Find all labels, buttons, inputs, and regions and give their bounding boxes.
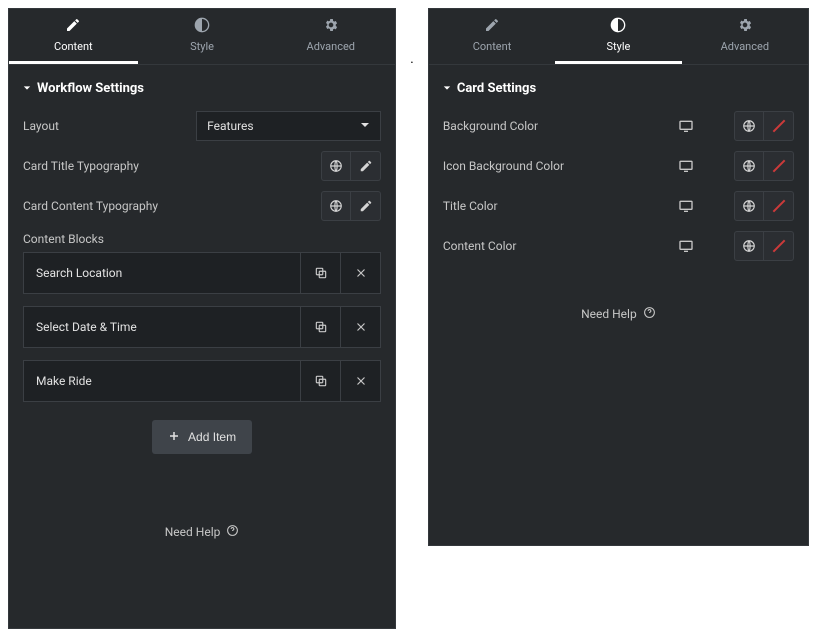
responsive-icon[interactable] [678, 119, 694, 133]
repeater-item: Make Ride [23, 360, 381, 402]
color-swatch[interactable] [764, 231, 794, 261]
duplicate-button[interactable] [300, 253, 340, 293]
caret-down-icon [360, 119, 370, 133]
repeater-item: Search Location [23, 252, 381, 294]
row-title-color: Title Color [429, 186, 808, 226]
responsive-icon[interactable] [678, 239, 694, 253]
color-swatch[interactable] [764, 111, 794, 141]
edit-button[interactable] [351, 151, 381, 181]
globe-button[interactable] [734, 191, 764, 221]
layout-select[interactable]: Features [196, 111, 381, 141]
row-content-color: Content Color [429, 226, 808, 266]
pencil-icon [65, 17, 81, 36]
row-card-content-typography: Card Content Typography [9, 186, 395, 226]
card-content-typography-label: Card Content Typography [23, 199, 321, 213]
content-blocks-label: Content Blocks [9, 226, 395, 252]
repeater-item-title[interactable]: Search Location [24, 253, 300, 293]
edit-button[interactable] [351, 191, 381, 221]
globe-button[interactable] [734, 231, 764, 261]
content-blocks-repeater: Search Location Select Date & Time Make … [9, 252, 395, 402]
tab-style[interactable]: Style [555, 9, 681, 64]
color-swatch[interactable] [764, 151, 794, 181]
tab-content[interactable]: Content [9, 9, 138, 64]
duplicate-button[interactable] [300, 307, 340, 347]
globe-button[interactable] [321, 151, 351, 181]
row-icon-background-color: Icon Background Color [429, 146, 808, 186]
globe-button[interactable] [321, 191, 351, 221]
need-help-link[interactable]: Need Help [429, 306, 808, 322]
tab-advanced-label: Advanced [721, 40, 769, 53]
globe-button[interactable] [734, 151, 764, 181]
tabs: Content Style Advanced [429, 9, 808, 65]
remove-button[interactable] [340, 253, 380, 293]
layout-value: Features [207, 119, 253, 133]
separator-dot: . [410, 51, 414, 67]
gear-icon [323, 17, 339, 36]
tab-style-label: Style [190, 40, 214, 53]
icon-background-color-label: Icon Background Color [443, 159, 678, 173]
plus-icon [168, 430, 180, 445]
caret-down-icon [23, 81, 31, 96]
panel-style: Content Style Advanced Card Settings Bac… [428, 8, 809, 546]
section-title: Card Settings [457, 81, 536, 96]
add-item-button[interactable]: Add Item [152, 420, 252, 454]
tab-content-label: Content [54, 40, 93, 53]
globe-button[interactable] [734, 111, 764, 141]
section-workflow-settings[interactable]: Workflow Settings [9, 65, 395, 106]
contrast-icon [194, 17, 210, 36]
tab-content[interactable]: Content [429, 9, 555, 64]
tab-style-label: Style [606, 40, 630, 53]
repeater-item-title[interactable]: Select Date & Time [24, 307, 300, 347]
responsive-icon[interactable] [678, 199, 694, 213]
duplicate-button[interactable] [300, 361, 340, 401]
background-color-label: Background Color [443, 119, 678, 133]
remove-button[interactable] [340, 307, 380, 347]
gear-icon [737, 17, 753, 36]
row-layout: Layout Features [9, 106, 395, 146]
tabs: Content Style Advanced [9, 9, 395, 65]
layout-label: Layout [23, 119, 196, 133]
add-item-label: Add Item [188, 430, 236, 444]
repeater-item: Select Date & Time [23, 306, 381, 348]
content-color-label: Content Color [443, 239, 678, 253]
color-swatch[interactable] [764, 191, 794, 221]
row-card-title-typography: Card Title Typography [9, 146, 395, 186]
tab-content-label: Content [473, 40, 512, 53]
section-title: Workflow Settings [37, 81, 144, 96]
pencil-icon [484, 17, 500, 36]
need-help-link[interactable]: Need Help [9, 524, 395, 540]
tab-style[interactable]: Style [138, 9, 267, 64]
help-icon [226, 524, 239, 540]
repeater-item-title[interactable]: Make Ride [24, 361, 300, 401]
card-title-typography-label: Card Title Typography [23, 159, 321, 173]
panel-content: Content Style Advanced Workflow Settings… [8, 8, 396, 629]
caret-down-icon [443, 81, 451, 96]
title-color-label: Title Color [443, 199, 678, 213]
need-help-label: Need Help [581, 307, 637, 321]
section-card-settings[interactable]: Card Settings [429, 65, 808, 106]
help-icon [643, 306, 656, 322]
tab-advanced[interactable]: Advanced [266, 9, 395, 64]
row-background-color: Background Color [429, 106, 808, 146]
contrast-icon [610, 17, 626, 36]
remove-button[interactable] [340, 361, 380, 401]
tab-advanced-label: Advanced [307, 40, 355, 53]
tab-advanced[interactable]: Advanced [682, 9, 808, 64]
responsive-icon[interactable] [678, 159, 694, 173]
need-help-label: Need Help [165, 525, 221, 539]
